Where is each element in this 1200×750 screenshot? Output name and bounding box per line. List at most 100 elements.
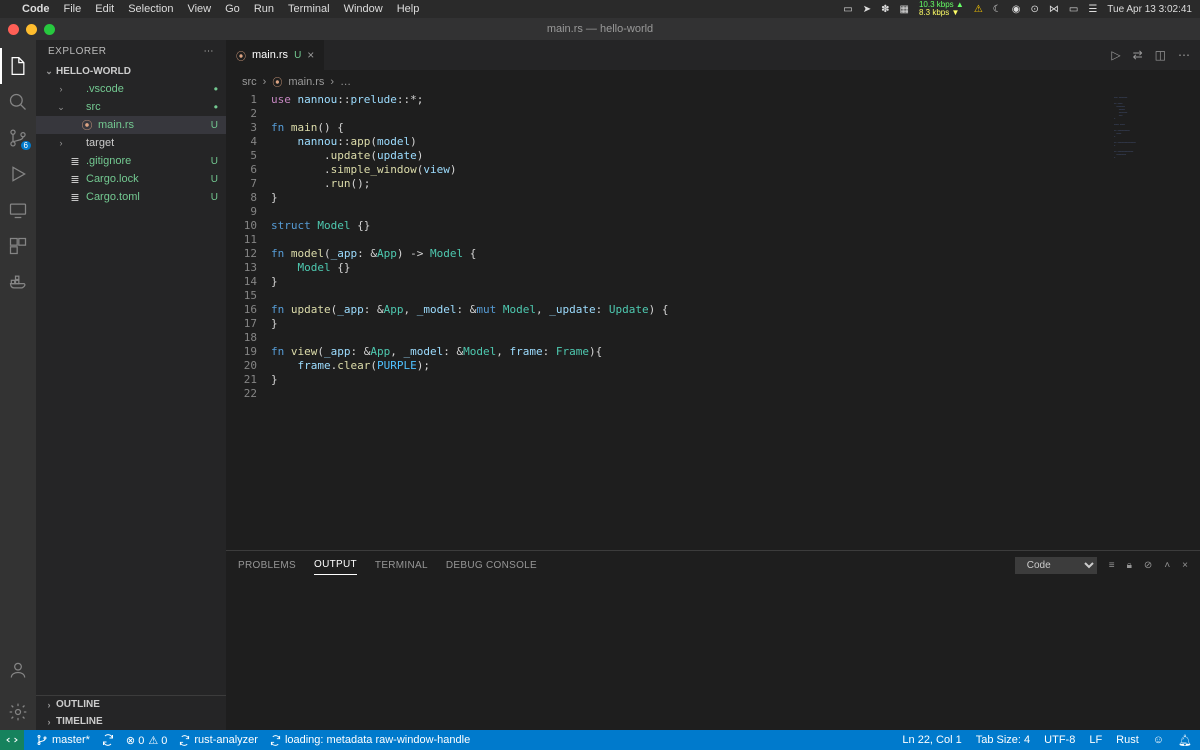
warning-icon[interactable]: ⚠ [974,4,983,15]
menu-help[interactable]: Help [397,3,420,15]
sidebar-more-icon[interactable]: ⋯ [204,46,215,57]
tree-item-src[interactable]: ⌄src• [36,98,226,116]
tree-item-Cargo-toml[interactable]: ≣Cargo.tomlU [36,188,226,206]
status-loading[interactable]: loading: metadata raw-window-handle [270,734,470,746]
window-close-button[interactable] [8,24,19,35]
lock-icon[interactable]: 🔒︎ [1127,560,1132,571]
activity-extensions[interactable] [0,228,36,264]
breadcrumb-more[interactable]: … [340,76,351,88]
remote-icon [8,200,28,220]
folder-header[interactable]: ⌄ HELLO-WORLD [36,63,226,80]
star-icon[interactable]: ✽ [881,4,889,15]
chevron-up-icon[interactable]: ˄ [1164,560,1170,571]
bowtie-icon[interactable]: ⋈ [1049,4,1059,15]
battery-icon[interactable]: ▭ [843,4,852,15]
clear-icon[interactable]: ⊘ [1144,560,1152,571]
activity-explorer[interactable] [0,48,36,84]
activity-source-control[interactable]: 6 [0,120,36,156]
tree-item-Cargo-lock[interactable]: ≣Cargo.lockU [36,170,226,188]
status-git-branch[interactable]: master* [36,734,90,746]
folder-name: HELLO-WORLD [56,66,131,77]
code-content[interactable]: use nannou::prelude::*; fn main() { nann… [271,93,1200,550]
editor-area: ⦿ main.rs U × ▷ ⇄ ◫ ⋯ src › ⦿ main.rs › … [226,40,1200,730]
status-bell-icon[interactable]: 🔔︎ [1178,734,1192,747]
chevron-down-icon: ⌄ [42,66,56,77]
control-center-icon[interactable]: ☰ [1088,4,1097,15]
sync-icon [102,734,114,746]
split-editor-icon[interactable]: ◫ [1155,48,1166,62]
search-icon [8,92,28,112]
tree-item-main-rs[interactable]: ⦿main.rsU [36,116,226,134]
status-sync[interactable] [102,734,114,746]
panel-content[interactable] [226,579,1200,730]
file-type-icon: ⦿ [80,117,94,133]
menubar-app-name[interactable]: Code [22,3,50,15]
status-eol[interactable]: LF [1089,734,1102,747]
file-type-icon: ≣ [68,173,82,186]
menu-view[interactable]: View [187,3,211,15]
activity-remote-explorer[interactable] [0,192,36,228]
breadcrumb[interactable]: src › ⦿ main.rs › … [226,70,1200,93]
menu-file[interactable]: File [64,3,82,15]
globe-icon[interactable]: ⊙ [1030,4,1038,15]
activity-run-debug[interactable] [0,156,36,192]
activity-accounts[interactable] [0,652,36,688]
tree-item-label: target [86,137,226,149]
diff-icon[interactable]: ⇄ [1133,48,1143,62]
activity-docker[interactable] [0,264,36,300]
window-minimize-button[interactable] [26,24,37,35]
activity-settings[interactable] [0,694,36,730]
more-actions-icon[interactable]: ⋯ [1178,48,1190,62]
close-icon[interactable]: × [307,48,314,62]
outline-section[interactable]: › OUTLINE [36,696,226,713]
status-cursor-position[interactable]: Ln 22, Col 1 [902,734,961,747]
location-icon[interactable]: ➤ [863,4,871,15]
chevron-right-icon: › [42,717,56,727]
activity-bar: 6 [0,40,36,730]
status-problems[interactable]: ⊗ 0 ⚠ 0 [126,734,167,747]
display-icon[interactable]: ▭ [1069,4,1078,15]
timeline-section[interactable]: › TIMELINE [36,713,226,730]
breadcrumb-file[interactable]: main.rs [288,76,324,88]
status-language[interactable]: Rust [1116,734,1139,747]
menu-go[interactable]: Go [225,3,240,15]
window-zoom-button[interactable] [44,24,55,35]
menu-edit[interactable]: Edit [95,3,114,15]
editor-body[interactable]: 12345678910111213141516171819202122 use … [226,93,1200,550]
minimap[interactable]: ▬▬▬ ▬▬▬▬▬▬▬▬▬ ▬▬▬▬ ▬▬▬▬▬▬▬ ▬▬▬▬▬ ▬▬▬▬▬▬▬… [1110,93,1200,550]
grid-icon[interactable]: ▦ [900,4,909,15]
menubar-datetime[interactable]: Tue Apr 13 3:02:41 [1107,4,1192,15]
status-rust-analyzer[interactable]: rust-analyzer [179,734,258,746]
panel-tab-debug-console[interactable]: DEBUG CONSOLE [446,556,537,575]
status-tab-size[interactable]: Tab Size: 4 [976,734,1030,747]
close-panel-icon[interactable]: × [1182,560,1188,571]
status-feedback-icon[interactable]: ☺ [1153,734,1164,747]
menu-window[interactable]: Window [344,3,383,15]
panel-tab-output[interactable]: OUTPUT [314,555,357,575]
menu-run[interactable]: Run [254,3,274,15]
breadcrumb-folder[interactable]: src [242,76,257,88]
remote-indicator[interactable] [0,730,24,750]
menu-selection[interactable]: Selection [128,3,173,15]
status-bar: master* ⊗ 0 ⚠ 0 rust-analyzer loading: m… [0,730,1200,750]
run-icon[interactable]: ▷ [1111,48,1120,62]
crescent-icon[interactable]: ☾ [993,4,1002,15]
panel-tab-terminal[interactable]: TERMINAL [375,556,428,575]
list-icon[interactable]: ≡ [1109,560,1115,571]
chevron-right-icon: › [42,700,56,710]
menu-terminal[interactable]: Terminal [288,3,330,15]
status-encoding[interactable]: UTF-8 [1044,734,1075,747]
scm-badge: 6 [21,141,31,150]
activity-search[interactable] [0,84,36,120]
branch-icon [36,734,48,746]
tree-item-target[interactable]: ›target [36,134,226,152]
tree-item-label: Cargo.lock [86,173,211,185]
output-channel-select[interactable]: Code [1015,557,1097,574]
tree-item--vscode[interactable]: ›.vscode• [36,80,226,98]
panel-tab-problems[interactable]: PROBLEMS [238,556,296,575]
circle-icon[interactable]: ◉ [1012,4,1021,15]
tree-item--gitignore[interactable]: ≣.gitignoreU [36,152,226,170]
editor-tab-main-rs[interactable]: ⦿ main.rs U × [226,40,325,70]
bottom-panel: PROBLEMS OUTPUT TERMINAL DEBUG CONSOLE C… [226,550,1200,730]
file-tree: ›.vscode•⌄src•⦿main.rsU›target≣.gitignor… [36,80,226,695]
